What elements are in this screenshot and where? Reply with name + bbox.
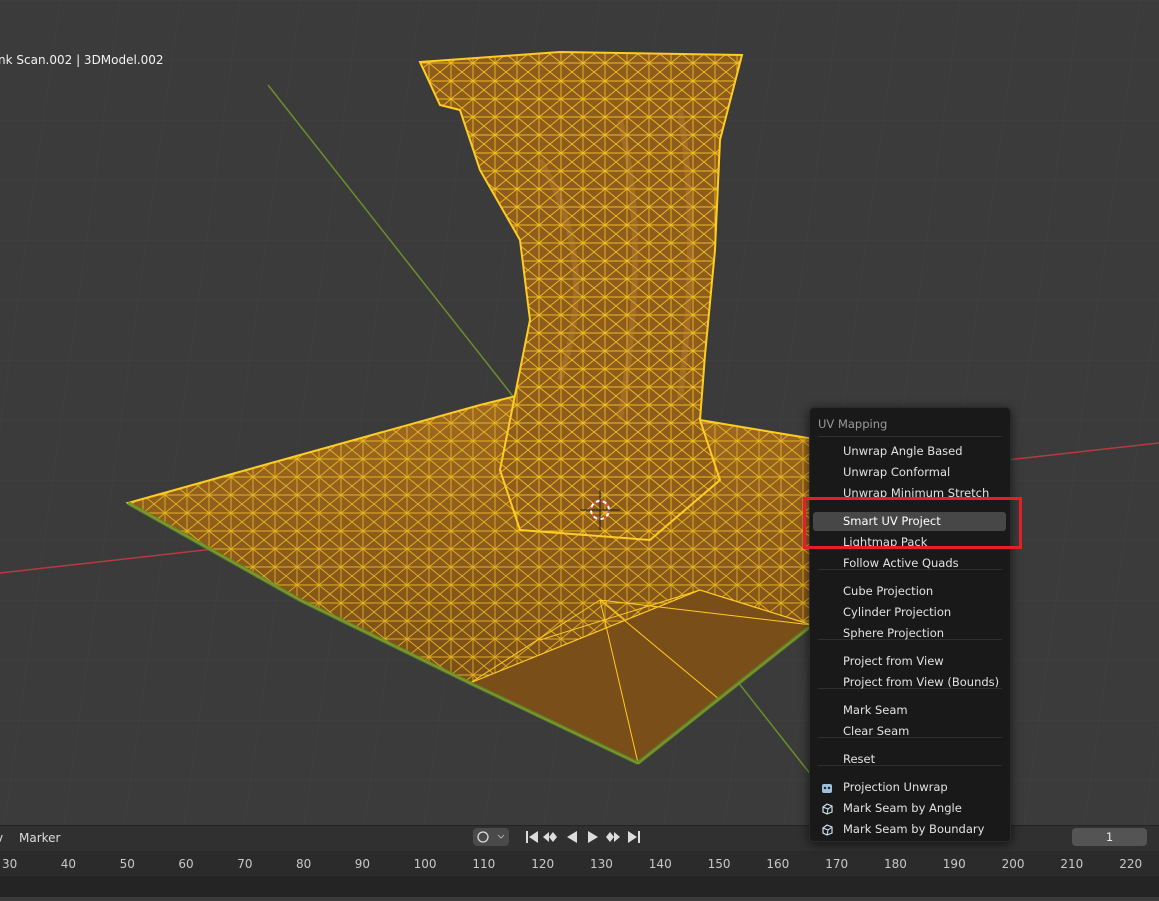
menu-item-label: Clear Seam [843,724,910,738]
menu-item-label: Projection Unwrap [843,780,948,794]
menu-item-projection-unwrap[interactable]: Projection Unwrap [813,778,1006,797]
menu-item-reset[interactable]: Reset [813,750,1006,769]
keying-dropdown[interactable] [473,828,509,846]
ruler-tick-label: 120 [531,857,555,871]
menu-item-label: Cylinder Projection [843,605,952,619]
ruler-tick-label: 130 [590,857,613,871]
ruler-tick-label: 190 [942,857,966,871]
ruler-tick-label: 210 [1060,857,1084,871]
menu-item-cylinder-projection[interactable]: Cylinder Projection [813,603,1006,622]
ruler-tick-label: 30 [2,857,18,871]
current-frame-field[interactable]: 1 [1072,828,1147,846]
menu-title: UV Mapping [818,417,888,431]
play-reverse-icon[interactable] [563,828,581,846]
ruler-tick-label: 110 [472,857,496,871]
menu-item-unwrap-conformal[interactable]: Unwrap Conformal [813,463,1006,482]
menu-item-label: Mark Seam by Boundary [843,822,985,836]
menu-item-label: Mark Seam [843,703,908,717]
ruler-tick-label: 160 [766,857,790,871]
menu-item-mark-seam[interactable]: Mark Seam [813,701,1006,720]
object-name-label: nk Scan.002 | 3DModel.002 [0,53,164,67]
menu-item-sphere-projection[interactable]: Sphere Projection [813,624,1006,643]
menu-item-label: Project from View [843,654,944,668]
ruler-tick-label: 60 [178,857,194,871]
menu-item-label: Unwrap Conformal [843,465,951,479]
ruler-tick-label: 220 [1119,857,1143,871]
frame-ruler[interactable]: 30 40 50 60 70 80 90 100 110 120 130 140 150 160 170 18… [0,851,1159,875]
menu-item-label: Reset [843,752,876,766]
ruler-tick-label: 200 [1001,857,1025,871]
cube-icon [821,823,833,836]
menu-item-project-from-view-bounds[interactable]: Project from View (Bounds) [813,673,1006,692]
addon-icon [821,781,833,793]
ruler-tick-label: 90 [354,857,371,871]
ruler-tick-label: 100 [413,857,437,871]
menu-item-label: Project from View (Bounds) [843,675,1000,689]
jump-end-icon[interactable] [625,828,643,846]
play-icon[interactable] [584,828,602,846]
ruler-tick-label: 170 [825,857,849,871]
ruler-tick-label: 70 [237,857,253,871]
menu-item-mark-seam-by-boundary[interactable]: Mark Seam by Boundary [813,820,1006,839]
ruler-tick-label: 140 [648,857,672,871]
timeline-track[interactable] [0,874,1159,897]
uv-mapping-menu: UV Mapping Unwrap Angle Based Unwrap Conf… [809,407,1011,842]
menu-item-label: Follow Active Quads [843,556,959,570]
next-keyframe-icon[interactable] [604,828,622,846]
ruler-tick-label: 180 [884,857,907,871]
menu-item-cube-projection[interactable]: Cube Projection [813,582,1006,601]
ruler-tick-label: 50 [119,857,135,871]
menu-item-label: Sphere Projection [843,626,945,640]
menu-item-label: Mark Seam by Angle [843,801,962,815]
ruler-tick-label: 40 [60,857,77,871]
menu-item-unwrap-angle-based[interactable]: Unwrap Angle Based [813,442,1006,461]
view-menu[interactable]: v [0,831,3,845]
highlight-annotation-box [803,497,1022,549]
marker-menu[interactable]: Marker [19,831,60,845]
menu-item-label: Unwrap Angle Based [843,444,963,458]
menu-separator [818,436,1002,437]
menu-item-mark-seam-by-angle[interactable]: Mark Seam by Angle [813,799,1006,818]
menu-item-follow-active-quads[interactable]: Follow Active Quads [813,554,1006,573]
prev-keyframe-icon[interactable] [541,828,559,846]
ruler-tick-label: 150 [707,857,731,871]
menu-item-clear-seam[interactable]: Clear Seam [813,722,1006,741]
menu-item-project-from-view[interactable]: Project from View [813,652,1006,671]
jump-start-icon[interactable] [523,828,541,846]
menu-item-label: Cube Projection [843,584,934,598]
ruler-tick-label: 80 [296,857,312,871]
cube-icon [821,802,833,815]
